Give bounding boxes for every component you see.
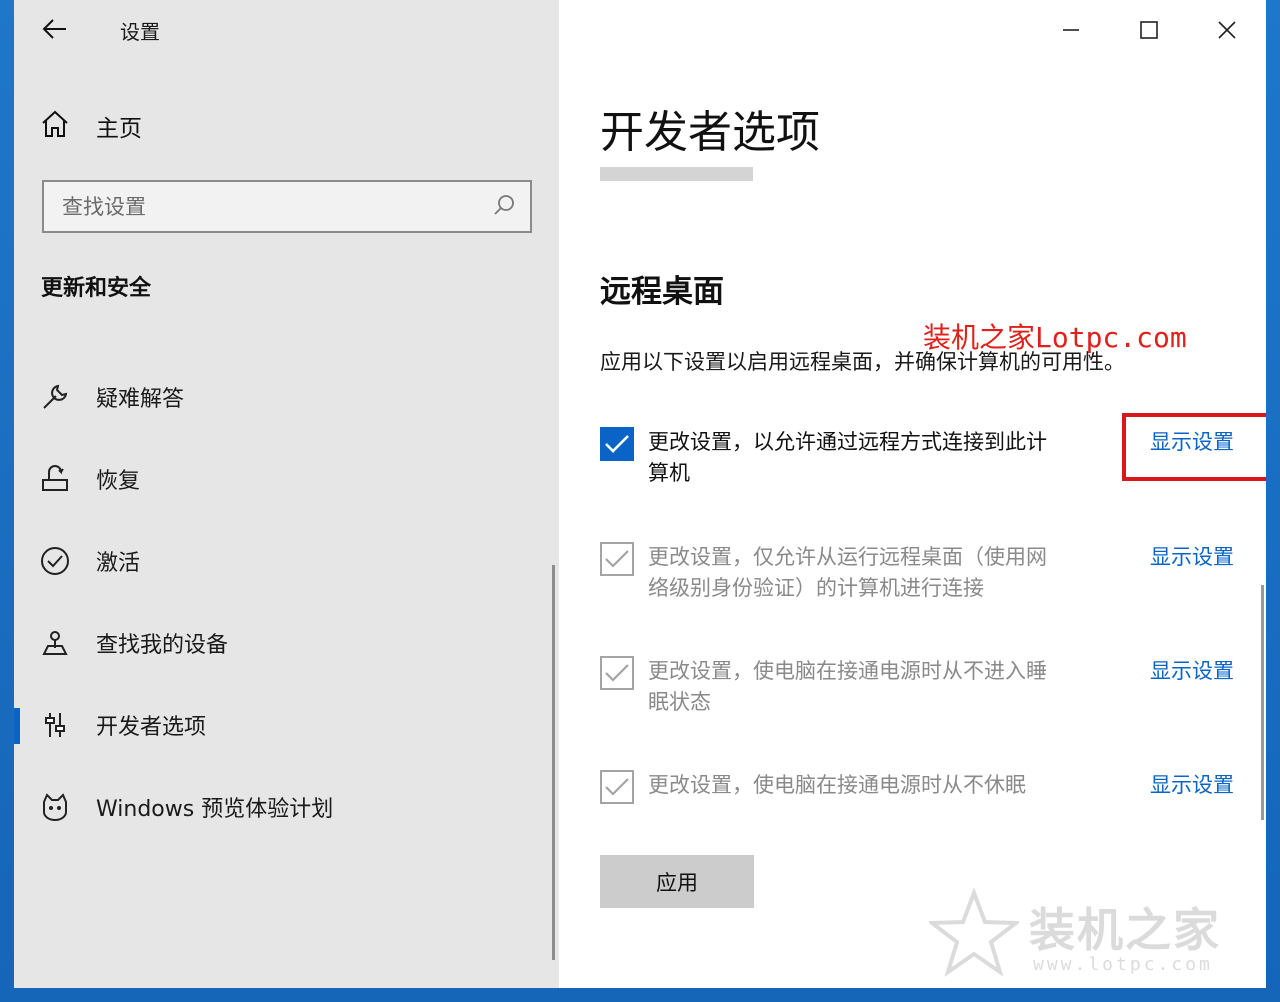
app-title: 设置: [120, 20, 160, 44]
option-nla-only: 更改设置，仅允许从运行远程桌面（使用网 络级别身份验证）的计算机进行连接 显示设…: [600, 542, 1240, 604]
checkbox[interactable]: [600, 770, 634, 804]
option-text: 更改设置，使电脑在接通电源时从不休眠: [648, 770, 1108, 801]
show-settings-link[interactable]: 显示设置: [1150, 770, 1234, 801]
sidebar-item-label: 开发者选项: [96, 715, 207, 740]
search-box[interactable]: [42, 180, 532, 233]
wrench-icon: [40, 382, 70, 412]
option-never-hibernate: 更改设置，使电脑在接通电源时从不休眠 显示设置: [600, 770, 1240, 804]
checkmark-icon: [605, 664, 629, 682]
checkbox[interactable]: [600, 427, 634, 461]
show-settings-link[interactable]: 显示设置: [1150, 542, 1234, 573]
developer-sliders-icon: [40, 710, 70, 740]
sidebar-item-activation[interactable]: 激活: [14, 520, 559, 602]
show-settings-link[interactable]: 显示设置: [1150, 656, 1234, 687]
option-text: 更改设置，以允许通过远程方式连接到此计 算机: [648, 427, 1108, 489]
option-text-line: 眠状态: [648, 690, 711, 714]
loading-placeholder-bar: [600, 167, 753, 181]
back-arrow-icon: [42, 19, 66, 39]
apply-button[interactable]: 应用: [600, 855, 754, 908]
sidebar-item-windows-insider[interactable]: Windows 预览体验计划: [14, 766, 559, 848]
checkbox[interactable]: [600, 656, 634, 690]
section-description: 应用以下设置以启用远程桌面，并确保计算机的可用性。: [600, 350, 1125, 374]
page-title: 开发者选项: [600, 107, 820, 158]
checkmark-icon: [605, 435, 629, 453]
checkmark-icon: [605, 778, 629, 796]
desktop-background-right: [1266, 0, 1280, 1002]
option-text-line: 更改设置，使电脑在接通电源时从不休眠: [648, 773, 1026, 797]
star-logo-icon: [929, 888, 1019, 977]
close-button[interactable]: [1188, 0, 1266, 60]
option-text-line: 更改设置，仅允许从运行远程桌面（使用网: [648, 545, 1047, 569]
sidebar-item-recovery[interactable]: 恢复: [14, 438, 559, 520]
home-label: 主页: [96, 116, 142, 142]
back-button[interactable]: [38, 14, 72, 44]
insider-cat-icon: [40, 792, 70, 822]
activation-check-icon: [40, 546, 70, 576]
recovery-icon: [40, 464, 70, 494]
checkbox[interactable]: [600, 542, 634, 576]
desktop-background-bottom: [0, 988, 1280, 1002]
option-never-sleep: 更改设置，使电脑在接通电源时从不进入睡 眠状态 显示设置: [600, 656, 1240, 718]
home-icon: [40, 110, 70, 142]
watermark-logo-url: www.lotpc.com: [1033, 954, 1213, 975]
search-input[interactable]: [62, 194, 462, 219]
checkmark-icon: [605, 550, 629, 568]
section-title: 远程桌面: [600, 274, 724, 310]
minimize-icon: [1063, 29, 1079, 31]
sidebar-item-troubleshoot[interactable]: 疑难解答: [14, 356, 559, 438]
sidebar-item-home[interactable]: 主页: [40, 108, 142, 144]
sidebar-scrollbar[interactable]: [552, 565, 555, 960]
sidebar-item-find-device[interactable]: 查找我的设备: [14, 602, 559, 684]
search-icon[interactable]: [492, 193, 516, 221]
watermark-logo: 装机之家 www.lotpc.com: [929, 888, 1259, 983]
close-icon: [1218, 21, 1236, 39]
annotation-highlight-box: [1122, 413, 1266, 481]
sidebar-nav: 疑难解答 恢复 激活 查找我的设备 开发者选项 Windows 预览体验计划: [14, 356, 559, 848]
desktop-background-left: [0, 0, 14, 1002]
minimize-button[interactable]: [1032, 0, 1110, 60]
find-device-icon: [40, 628, 70, 658]
maximize-icon: [1140, 21, 1158, 39]
sidebar: 设置 主页 更新和安全: [14, 0, 559, 988]
option-text-line: 更改设置，使电脑在接通电源时从不进入睡: [648, 659, 1047, 683]
sidebar-item-label: Windows 预览体验计划: [96, 797, 334, 822]
sidebar-item-label: 疑难解答: [96, 387, 185, 412]
section-heading: 更新和安全: [41, 276, 152, 301]
watermark-logo-title: 装机之家: [1029, 903, 1221, 957]
option-text-line: 算机: [648, 461, 690, 485]
option-text-line: 更改设置，以允许通过远程方式连接到此计: [648, 430, 1047, 454]
sidebar-item-developer-options[interactable]: 开发者选项: [14, 684, 559, 766]
content-pane: 开发者选项 远程桌面 装机之家Lotpc.com 应用以下设置以启用远程桌面，并…: [559, 0, 1266, 988]
window-controls: [1032, 0, 1266, 60]
maximize-button[interactable]: [1110, 0, 1188, 60]
settings-window: 设置 主页 更新和安全: [14, 0, 1266, 988]
option-text: 更改设置，仅允许从运行远程桌面（使用网 络级别身份验证）的计算机进行连接: [648, 542, 1108, 604]
sidebar-item-label: 激活: [96, 551, 141, 576]
sidebar-item-label: 恢复: [96, 469, 141, 494]
content-scrollbar[interactable]: [1261, 585, 1264, 820]
option-text-line: 络级别身份验证）的计算机进行连接: [648, 576, 984, 600]
sidebar-item-label: 查找我的设备: [96, 633, 229, 658]
option-text: 更改设置，使电脑在接通电源时从不进入睡 眠状态: [648, 656, 1108, 718]
